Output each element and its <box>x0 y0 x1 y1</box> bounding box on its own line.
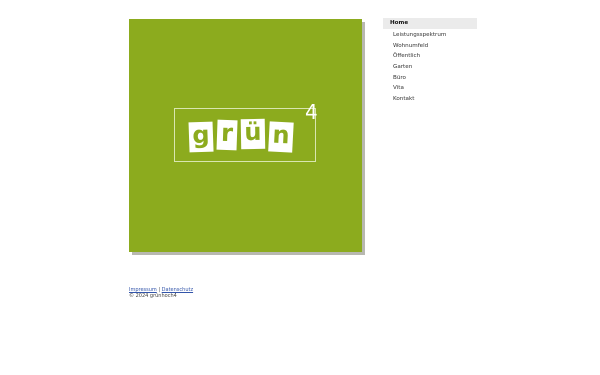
nav-item-leistungsspektrum[interactable]: Leistungsspektrum <box>383 30 477 40</box>
logo-letter: n <box>268 121 294 153</box>
nav-item-oeffentlich[interactable]: Öffentlich <box>383 51 477 61</box>
logo-letter: g <box>188 121 214 153</box>
page: g r ü n 4 Home Leistungsspektrum Wohnumf… <box>0 0 600 375</box>
logo-letter: r <box>216 119 238 151</box>
nav-item-vita[interactable]: Vita <box>383 83 477 93</box>
nav-item-home[interactable]: Home <box>383 18 477 29</box>
logo-letter: ü <box>240 118 266 150</box>
copyright-text: © 2024 grünhoch4 <box>129 293 177 299</box>
nav-item-garten[interactable]: Garten <box>383 62 477 72</box>
nav-item-kontakt[interactable]: Kontakt <box>383 94 477 104</box>
logo-frame: g r ü n <box>174 108 316 162</box>
logo-panel: g r ü n 4 <box>129 19 362 252</box>
logo-wordmark: g r ü n <box>188 118 294 153</box>
nav-item-buero[interactable]: Büro <box>383 73 477 83</box>
footer: Impressum | Datenschutz © 2024 grünhoch4 <box>129 287 193 299</box>
nav-item-wohnumfeld[interactable]: Wohnumfeld <box>383 41 477 51</box>
main-navigation: Home Leistungsspektrum Wohnumfeld Öffent… <box>383 18 477 104</box>
logo-superscript: 4 <box>305 100 318 124</box>
